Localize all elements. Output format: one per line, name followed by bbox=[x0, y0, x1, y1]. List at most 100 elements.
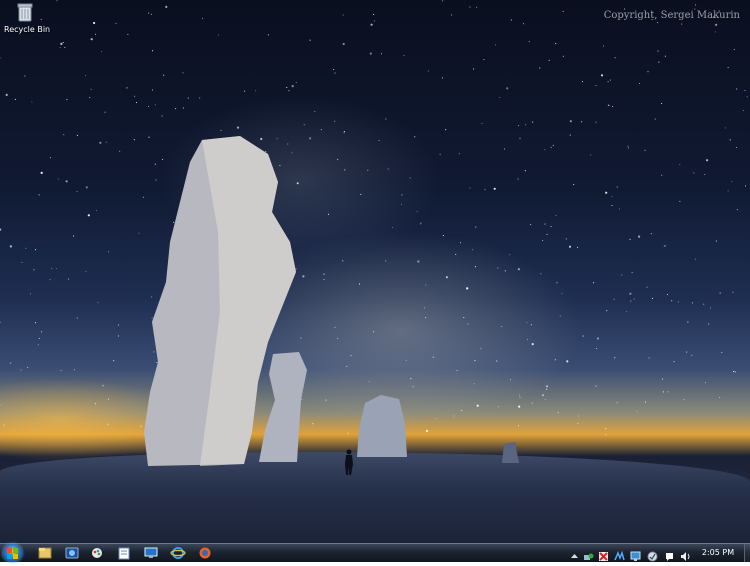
star bbox=[108, 251, 110, 253]
bluetooth-icon[interactable] bbox=[614, 547, 625, 561]
star bbox=[295, 81, 297, 84]
star bbox=[679, 200, 681, 202]
star bbox=[343, 130, 345, 133]
taskbar-pin-internet-explorer[interactable] bbox=[167, 545, 189, 561]
star bbox=[658, 61, 660, 63]
star bbox=[504, 270, 506, 272]
monitor-icon[interactable] bbox=[630, 547, 641, 561]
star bbox=[126, 87, 128, 89]
start-button[interactable] bbox=[3, 544, 22, 562]
taskbar-pin-media-center[interactable] bbox=[61, 545, 83, 561]
star bbox=[419, 223, 422, 225]
star bbox=[60, 370, 62, 372]
star bbox=[504, 148, 506, 150]
star bbox=[105, 141, 107, 143]
taskbar-pin-remote-desktop[interactable] bbox=[140, 545, 162, 561]
star bbox=[453, 415, 455, 417]
star bbox=[654, 118, 656, 120]
star bbox=[368, 380, 370, 383]
star bbox=[719, 292, 721, 294]
recycle-bin-desktop-icon[interactable]: Recycle Bin bbox=[4, 2, 51, 40]
star bbox=[85, 270, 87, 272]
star bbox=[182, 107, 184, 109]
star bbox=[476, 404, 479, 407]
star bbox=[661, 378, 663, 380]
rock-pillar-small bbox=[357, 395, 407, 457]
star bbox=[531, 343, 534, 346]
star bbox=[472, 249, 474, 251]
recycle-bin-label: Recycle Bin bbox=[4, 25, 51, 34]
star bbox=[456, 369, 458, 372]
star bbox=[497, 406, 499, 408]
star bbox=[423, 307, 425, 309]
star bbox=[459, 242, 462, 244]
star bbox=[695, 4, 697, 6]
star bbox=[526, 322, 528, 324]
star bbox=[367, 169, 369, 171]
wallpaper-copyright: Copyright, Sergei Makurin bbox=[603, 10, 740, 21]
star bbox=[267, 34, 269, 36]
star bbox=[631, 271, 633, 274]
star bbox=[378, 139, 380, 141]
star bbox=[530, 324, 532, 326]
star bbox=[531, 402, 533, 404]
star bbox=[662, 391, 664, 393]
star bbox=[27, 367, 29, 369]
star bbox=[746, 96, 748, 98]
star bbox=[35, 322, 37, 324]
internet-explorer-icon bbox=[170, 547, 186, 559]
star bbox=[647, 71, 649, 73]
star bbox=[715, 240, 717, 242]
star bbox=[463, 316, 465, 319]
star bbox=[425, 284, 427, 286]
star bbox=[729, 139, 731, 141]
star bbox=[495, 44, 497, 46]
star bbox=[744, 185, 747, 187]
star bbox=[403, 54, 405, 56]
star bbox=[733, 371, 735, 373]
star bbox=[334, 72, 336, 74]
update-icon[interactable] bbox=[647, 547, 658, 562]
firefox-icon bbox=[199, 547, 211, 559]
star bbox=[618, 208, 620, 210]
star bbox=[320, 129, 322, 131]
taskbar-pin-explorer[interactable] bbox=[34, 545, 56, 561]
star bbox=[559, 315, 561, 317]
taskbar-pin-firefox[interactable] bbox=[194, 545, 216, 561]
star bbox=[99, 141, 102, 144]
paint-icon bbox=[92, 548, 102, 558]
star bbox=[562, 10, 564, 12]
star bbox=[148, 105, 150, 108]
star bbox=[683, 399, 685, 401]
star bbox=[484, 189, 486, 191]
taskbar-pin-wordpad[interactable] bbox=[113, 545, 135, 561]
star bbox=[582, 335, 584, 337]
star bbox=[33, 269, 35, 271]
star bbox=[693, 172, 695, 174]
show-hidden-icons-icon[interactable] bbox=[569, 547, 580, 558]
star bbox=[66, 99, 68, 101]
volume-icon[interactable] bbox=[680, 547, 691, 561]
star bbox=[569, 134, 571, 136]
taskbar-clock[interactable]: 2:05 PM bbox=[696, 548, 740, 557]
star bbox=[611, 195, 613, 198]
taskbar-pin-paint[interactable] bbox=[86, 545, 108, 561]
star bbox=[74, 369, 76, 371]
star bbox=[49, 157, 51, 159]
star bbox=[370, 23, 373, 26]
star bbox=[76, 190, 78, 192]
show-desktop-button[interactable] bbox=[744, 544, 750, 562]
star bbox=[107, 423, 109, 425]
star bbox=[343, 132, 345, 134]
star bbox=[5, 93, 8, 96]
security-icon[interactable] bbox=[598, 547, 609, 561]
network-icon[interactable] bbox=[583, 547, 594, 560]
star bbox=[334, 326, 336, 328]
star bbox=[115, 22, 117, 24]
star bbox=[496, 360, 498, 362]
star bbox=[441, 77, 444, 79]
star bbox=[616, 186, 618, 188]
star bbox=[373, 20, 375, 22]
star bbox=[509, 254, 511, 256]
action-center-icon[interactable] bbox=[664, 547, 675, 561]
